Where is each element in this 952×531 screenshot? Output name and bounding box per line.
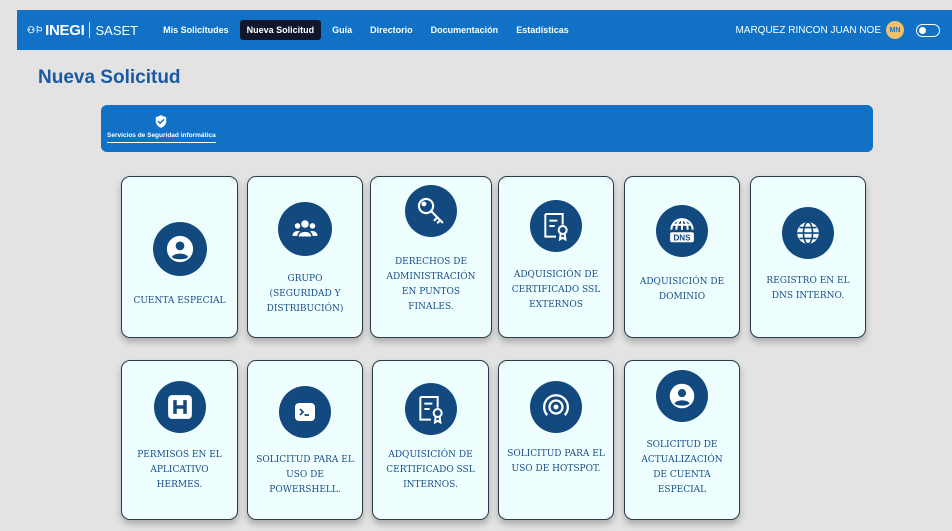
main-nav: Mis Solicitudes Nueva Solicitud Guía Dir… — [156, 20, 580, 40]
logo-separator — [89, 22, 91, 38]
page-title: Nueva Solicitud — [38, 67, 181, 88]
card-uso-hotspot[interactable]: SOLICITUD PARA EL USO DE HOTSPOT. — [498, 360, 614, 520]
theme-toggle[interactable] — [916, 23, 940, 37]
nav-documentacion[interactable]: Documentación — [424, 20, 506, 40]
hospital-h-icon — [153, 381, 206, 433]
terminal-icon — [279, 386, 331, 438]
dns-globe-icon: DNS — [656, 205, 708, 257]
card-label: PERMISOS EN EL APLICATIVO HERMES. — [137, 450, 222, 490]
card-label: ADQUISICIÓN DE CERTIFICADO SSL INTERNOS. — [386, 450, 475, 490]
card-derechos-administracion[interactable]: DERECHOS DE ADMINISTRACIÓN EN PUNTOS FIN… — [370, 176, 492, 338]
user-circle-icon — [152, 222, 207, 276]
card-grupo[interactable]: GRUPO (SEGURIDAD Y DISTRIBUCIÓN) — [247, 176, 363, 338]
card-label: ADQUISICIÓN DE DOMINIO — [639, 277, 725, 302]
svg-text:DNS: DNS — [673, 234, 691, 243]
nav-estadisticas[interactable]: Estadísticas — [509, 20, 576, 40]
card-registro-dns-interno[interactable]: REGISTRO EN EL DNS INTERNO. — [750, 176, 866, 338]
user-menu[interactable]: MARQUEZ RINCON JUAN NOE MN — [735, 21, 952, 39]
inegi-logo[interactable]: ⚇⚐ INEGI SASET — [27, 22, 138, 39]
tab-label: Servicios de Seguridad informática — [107, 132, 216, 143]
certificate-icon — [404, 383, 457, 435]
card-certificado-ssl-internos[interactable]: ADQUISICIÓN DE CERTIFICADO SSL INTERNOS. — [372, 360, 489, 520]
top-navbar: ⚇⚐ INEGI SASET Mis Solicitudes Nueva Sol… — [17, 10, 952, 50]
card-actualizacion-cuenta-especial[interactable]: SOLICITUD DE ACTUALIZACIÓN DE CUENTA ESP… — [624, 360, 740, 520]
card-label: REGISTRO EN EL DNS INTERNO. — [766, 276, 850, 301]
nav-directorio[interactable]: Directorio — [363, 20, 420, 40]
nav-mis-solicitudes[interactable]: Mis Solicitudes — [156, 20, 236, 40]
card-label: SOLICITUD PARA EL USO DE POWERSHELL. — [256, 455, 354, 495]
logo-mark: ⚇⚐ — [27, 24, 44, 35]
certificate-icon — [530, 200, 582, 252]
shield-check-icon — [156, 115, 167, 128]
avatar[interactable]: MN — [886, 21, 904, 39]
hotspot-icon — [530, 381, 582, 433]
user-name: MARQUEZ RINCON JUAN NOE — [735, 24, 881, 36]
card-cuenta-especial[interactable]: CUENTA ESPECIAL — [121, 176, 238, 338]
card-uso-powershell[interactable]: SOLICITUD PARA EL USO DE POWERSHELL. — [247, 360, 363, 520]
card-certificado-ssl-externos[interactable]: ADQUISICIÓN DE CERTIFICADO SSL EXTERNOS — [498, 176, 614, 338]
card-label: CUENTA ESPECIAL — [133, 296, 226, 306]
tab-servicios-seguridad[interactable]: Servicios de Seguridad informática — [107, 114, 216, 143]
globe-icon — [782, 207, 834, 259]
card-permisos-hermes[interactable]: PERMISOS EN EL APLICATIVO HERMES. — [121, 360, 238, 520]
card-label: SOLICITUD DE ACTUALIZACIÓN DE CUENTA ESP… — [641, 440, 723, 495]
card-label: DERECHOS DE ADMINISTRACIÓN EN PUNTOS FIN… — [386, 257, 476, 312]
card-label: ADQUISICIÓN DE CERTIFICADO SSL EXTERNOS — [511, 270, 601, 310]
card-label: SOLICITUD PARA EL USO DE HOTSPOT. — [507, 449, 605, 474]
key-icon — [405, 185, 457, 237]
app-name: SASET — [95, 22, 139, 38]
nav-nueva-solicitud[interactable]: Nueva Solicitud — [239, 20, 322, 40]
card-label: GRUPO (SEGURIDAD Y DISTRIBUCIÓN) — [266, 274, 344, 314]
card-adquisicion-dominio[interactable]: DNS ADQUISICIÓN DE DOMINIO — [624, 176, 740, 338]
nav-guia[interactable]: Guía — [325, 20, 359, 40]
service-category-bar: Servicios de Seguridad informática — [101, 105, 873, 152]
logo-text: INEGI — [45, 21, 85, 39]
users-group-icon — [278, 202, 332, 256]
user-circle-icon — [656, 370, 708, 422]
